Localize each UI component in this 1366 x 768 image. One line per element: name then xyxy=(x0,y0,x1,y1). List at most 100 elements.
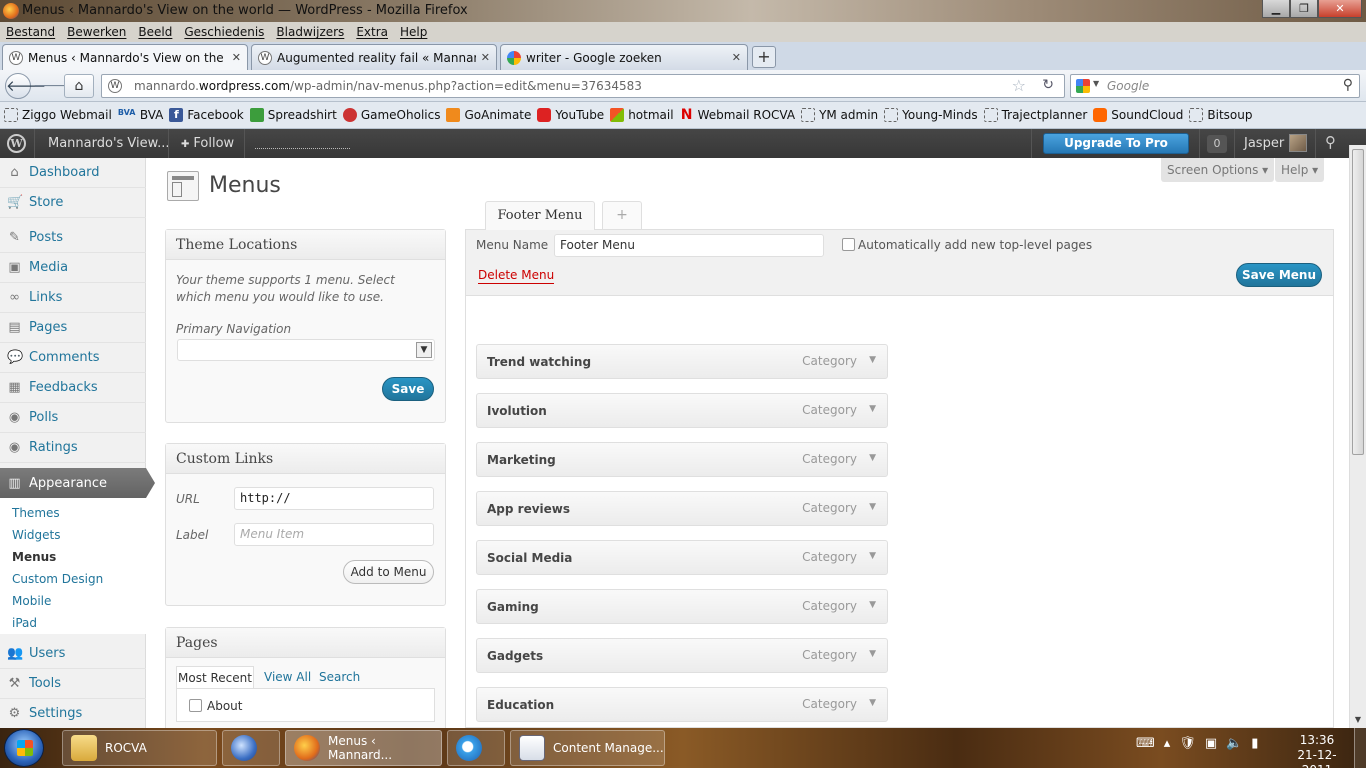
chevron-down-icon[interactable]: ▼ xyxy=(869,404,876,414)
bookmark-ym-admin[interactable]: YM admin xyxy=(801,108,878,122)
bookmark-trajectplanner[interactable]: Trajectplanner xyxy=(983,108,1087,122)
page-scrollbar[interactable]: ▲ ▼ xyxy=(1349,145,1366,728)
follow-button[interactable]: ✚ Follow xyxy=(181,136,234,151)
add-menu-tab[interactable]: + xyxy=(602,201,642,229)
sidebar-item-posts[interactable]: ✎ Posts xyxy=(0,223,146,253)
engine-dropdown-icon[interactable]: ▼ xyxy=(1093,79,1099,88)
box-title[interactable]: Theme Locations xyxy=(166,230,445,260)
tab-close-icon[interactable]: ✕ xyxy=(481,51,490,64)
sidebar-item-feedbacks[interactable]: ▦ Feedbacks xyxy=(0,373,146,403)
bookmark-soundcloud[interactable]: SoundCloud xyxy=(1093,108,1183,122)
address-bar[interactable]: W mannardo.wordpress.com/wp-admin/nav-me… xyxy=(101,74,1065,98)
bookmark-facebook[interactable]: f Facebook xyxy=(169,108,244,122)
tab-footer-menu[interactable]: Footer Menu xyxy=(485,201,595,230)
tab-most-recent[interactable]: Most Recent xyxy=(176,666,254,689)
menu-extra[interactable]: Extra xyxy=(356,22,388,42)
sidebar-item-users[interactable]: 👥 Users xyxy=(0,639,146,669)
sidebar-item-media[interactable]: ▣ Media xyxy=(0,253,146,283)
bookmark-ziggo-webmail[interactable]: Ziggo Webmail xyxy=(4,108,112,122)
start-button[interactable] xyxy=(4,729,44,767)
label-input[interactable]: Menu Item xyxy=(234,523,434,546)
save-locations-button[interactable]: Save xyxy=(382,377,434,401)
close-window-button[interactable]: ✕ xyxy=(1318,0,1362,18)
minimize-button[interactable]: ▁ xyxy=(1262,0,1290,18)
menu-bewerken[interactable]: Bewerken xyxy=(67,22,126,42)
device-icon[interactable]: ▣ xyxy=(1205,736,1217,751)
antivirus-icon[interactable]: 🛡 xyxy=(1179,736,1196,751)
save-menu-button[interactable]: Save Menu xyxy=(1236,263,1322,287)
show-hidden-icons-icon[interactable]: ▴ xyxy=(1164,736,1171,751)
submenu-item-menus[interactable]: Menus xyxy=(12,550,56,564)
submenu-item-mobile[interactable]: Mobile xyxy=(12,594,51,608)
search-icon[interactable]: ⚲ xyxy=(1343,77,1353,93)
bookmark-hotmail[interactable]: hotmail xyxy=(610,108,674,122)
menu-item[interactable]: Education Category ▼ xyxy=(476,687,888,722)
avatar[interactable] xyxy=(1289,134,1307,152)
taskbar-item-firefox[interactable]: Menus ‹ Mannard... xyxy=(285,730,442,766)
volume-icon[interactable]: 🔈 xyxy=(1226,736,1242,751)
menu-help[interactable]: Help xyxy=(400,22,427,42)
chevron-down-icon[interactable]: ▼ xyxy=(869,551,876,561)
sidebar-item-pages[interactable]: ▤ Pages xyxy=(0,313,146,343)
menu-item[interactable]: Ivolution Category ▼ xyxy=(476,393,888,428)
tab-close-icon[interactable]: ✕ xyxy=(232,51,241,64)
submenu-item-custom-design[interactable]: Custom Design xyxy=(12,572,103,586)
taskbar-clock[interactable]: 13:36 21-12-2011 xyxy=(1286,733,1348,768)
menu-bladwijzers[interactable]: Bladwijzers xyxy=(276,22,344,42)
browser-tab-google[interactable]: writer - Google zoeken ✕ xyxy=(500,44,748,70)
taskbar-item-ie[interactable] xyxy=(447,730,505,766)
bookmark-young-minds[interactable]: Young-Minds xyxy=(884,108,978,122)
delete-menu-link[interactable]: Delete Menu xyxy=(478,268,555,284)
bookmark-bitsoup[interactable]: Bitsoup xyxy=(1189,108,1252,122)
chevron-down-icon[interactable]: ▼ xyxy=(869,355,876,365)
taskbar-item-rocva[interactable]: ROCVA xyxy=(62,730,217,766)
sidebar-item-appearance[interactable]: ▥ Appearance xyxy=(0,468,155,498)
sidebar-item-settings[interactable]: ⚙ Settings xyxy=(0,699,146,729)
chevron-down-icon[interactable]: ▼ xyxy=(869,453,876,463)
submenu-item-ipad[interactable]: iPad xyxy=(12,616,37,630)
bookmark-gameoholics[interactable]: GameOholics xyxy=(342,108,440,122)
submenu-item-themes[interactable]: Themes xyxy=(12,506,60,520)
upgrade-to-pro-button[interactable]: Upgrade To Pro xyxy=(1043,133,1189,154)
tab-search[interactable]: Search xyxy=(319,670,360,684)
auto-add-checkbox[interactable] xyxy=(842,238,855,251)
home-button[interactable]: ⌂ xyxy=(64,74,94,98)
page-checkbox[interactable] xyxy=(189,699,202,712)
chevron-down-icon[interactable]: ▼ xyxy=(869,600,876,610)
bookmark-goanimate[interactable]: GoAnimate xyxy=(446,108,531,122)
taskbar-item-content-manager[interactable]: Content Manage... xyxy=(510,730,665,766)
menu-item[interactable]: App reviews Category ▼ xyxy=(476,491,888,526)
site-identity-icon[interactable]: W xyxy=(108,79,122,93)
wordpress-logo-icon[interactable]: W xyxy=(7,134,26,153)
menu-item[interactable]: Trend watching Category ▼ xyxy=(476,344,888,379)
browser-tab-menus[interactable]: W Menus ‹ Mannardo's View on the wor... … xyxy=(2,44,248,70)
menu-item[interactable]: Marketing Category ▼ xyxy=(476,442,888,477)
menu-item[interactable]: Gadgets Category ▼ xyxy=(476,638,888,673)
sidebar-item-comments[interactable]: 💬 Comments xyxy=(0,343,146,373)
primary-navigation-select[interactable] xyxy=(177,339,435,361)
site-name-link[interactable]: Mannardo's View... xyxy=(48,136,169,151)
menu-item[interactable]: Gaming Category ▼ xyxy=(476,589,888,624)
sidebar-item-dashboard[interactable]: ⌂ Dashboard xyxy=(0,158,146,188)
chevron-down-icon[interactable]: ▼ xyxy=(869,649,876,659)
submenu-item-widgets[interactable]: Widgets xyxy=(12,528,61,542)
bookmark-star-icon[interactable]: ☆ xyxy=(1012,76,1026,95)
scrollbar-thumb[interactable] xyxy=(1352,149,1364,455)
browser-tab-ar-fail[interactable]: W Augumented reality fail « Mannardo'...… xyxy=(251,44,497,70)
back-button[interactable]: 🡐 xyxy=(5,73,46,99)
bookmark-bva[interactable]: BVA BVA xyxy=(118,108,164,122)
menu-bestand[interactable]: Bestand xyxy=(6,22,55,42)
chevron-down-icon[interactable]: ▼ xyxy=(416,342,432,358)
taskbar-item-thunderbird[interactable] xyxy=(222,730,280,766)
show-desktop-button[interactable] xyxy=(1354,728,1366,768)
chevron-down-icon[interactable]: ▼ xyxy=(869,502,876,512)
bookmark-youtube[interactable]: YouTube xyxy=(537,108,604,122)
menu-beeld[interactable]: Beeld xyxy=(138,22,172,42)
bookmark-webmail-rocva[interactable]: N Webmail ROCVA xyxy=(680,108,795,122)
box-title[interactable]: Pages xyxy=(166,628,445,658)
url-input[interactable]: http:// xyxy=(234,487,434,510)
menu-name-input[interactable]: Footer Menu xyxy=(554,234,824,257)
tab-view-all[interactable]: View All xyxy=(264,670,311,684)
sidebar-item-links[interactable]: ∞ Links xyxy=(0,283,146,313)
user-menu[interactable]: Jasper xyxy=(1244,136,1284,151)
